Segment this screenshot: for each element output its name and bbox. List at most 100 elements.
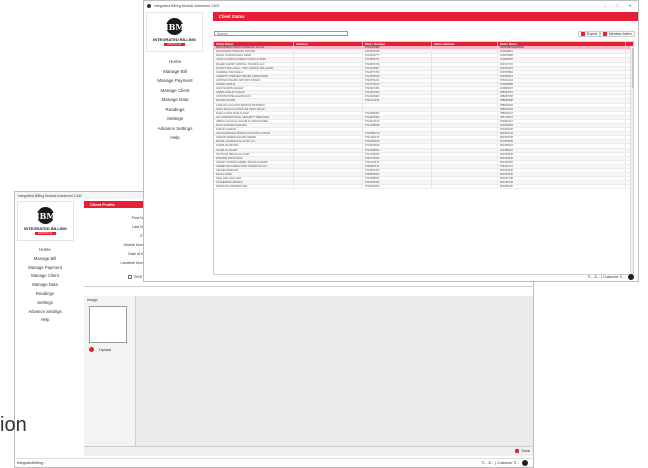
- table-cell: [432, 144, 498, 148]
- sidebar-item-advance-settings[interactable]: Advance Settings: [15, 308, 75, 317]
- table-cell: CHARDEL NIR KHALIL: [214, 70, 294, 74]
- sidebar-item-help[interactable]: Help: [15, 316, 75, 325]
- sidebar-item-readings[interactable]: Readings: [144, 105, 206, 115]
- upload-button[interactable]: Upload: [89, 347, 111, 352]
- sidebar-item-home[interactable]: Home: [144, 57, 206, 67]
- sms-checkbox[interactable]: SMS: [128, 275, 142, 279]
- member-active-button[interactable]: Member Active: [600, 31, 635, 37]
- sidebar-item-manage-bill[interactable]: Manage Bill: [144, 67, 206, 77]
- table-cell: SHAHID SEMEN SHAHID SEMEN: [214, 136, 294, 140]
- sidebar-item-manage-bill[interactable]: Manage Bill: [15, 255, 75, 264]
- save-icon: [515, 449, 520, 453]
- status-right: Ti... 2l... | Customer S...: [587, 275, 625, 279]
- minimize-icon[interactable]: –: [604, 3, 606, 8]
- sidebar-item-settings[interactable]: Settings: [144, 114, 206, 124]
- table-cell: 9712089083: [363, 111, 432, 115]
- table-cell: 9712165049: [363, 152, 432, 156]
- table-cell: [432, 46, 498, 50]
- sidebar-item-manage-payment[interactable]: Manage Payment: [15, 264, 75, 273]
- last-name-label: Last Nat: [131, 225, 146, 229]
- table-cell: [363, 103, 432, 107]
- table-cell: MOHAMMED SIMON RODERICK AFLAN: [214, 46, 294, 50]
- maximize-icon[interactable]: □: [616, 3, 618, 8]
- table-cell: [432, 132, 498, 136]
- table-cell: [294, 119, 363, 123]
- table-cell: 862255345: [498, 173, 626, 177]
- table-cell: 388082988: [498, 99, 626, 103]
- sidebar-item-manage-data[interactable]: Manage Data: [144, 95, 206, 105]
- table-cell: [294, 78, 363, 83]
- export-button[interactable]: Export: [578, 31, 600, 37]
- table-cell: CONSTANTINE ELEONOLUS: [214, 95, 294, 99]
- logo-sub: MODULE: [35, 232, 56, 235]
- landline-label: Landline Numb: [120, 261, 146, 265]
- logo-mark: IBM: [165, 18, 184, 35]
- table-cell: [432, 177, 498, 181]
- table-cell: 200079908: [498, 54, 626, 58]
- table-cell: 9712363444: [363, 91, 432, 95]
- table-body: MOHAMMED SIMON RODERICK AFLAN 9712029489 2…: [214, 46, 633, 190]
- table-scrollbar[interactable]: [630, 46, 633, 274]
- export-icon: [581, 32, 585, 36]
- table-cell: [294, 111, 363, 115]
- search-input[interactable]: Search: [214, 31, 348, 36]
- user-avatar[interactable]: [628, 274, 634, 280]
- table-cell: [294, 173, 363, 177]
- table-cell: VINOLA NOMIN ALMEIDA VINOLA NOMIN: [214, 58, 294, 62]
- sidebar-item-manage-client[interactable]: Manage Client: [144, 86, 206, 96]
- table-cell: CARLOS AUGUSTO BASTOS PETTENGI: [214, 103, 294, 107]
- table-cell: MOAWIA BADRI: [214, 99, 294, 103]
- table-cell: [432, 58, 498, 62]
- table-cell: 9710689534: [363, 177, 432, 181]
- sidebar-item-manage-client[interactable]: Manage Client: [15, 272, 75, 281]
- table-cell: 9709662113: [363, 164, 432, 168]
- scrollbar-thumb[interactable]: [631, 48, 633, 88]
- user-avatar[interactable]: [522, 460, 528, 466]
- table-cell: [432, 148, 498, 152]
- table-cell: 9712877760: [363, 70, 432, 74]
- table-cell: [294, 70, 363, 74]
- table-cell: MANIJUNATH MADHAV KRITHIK: [214, 50, 294, 54]
- table-cell: SAMY Mohammed Rahmed SAMY Moham: [214, 107, 294, 111]
- table-cell: 862255324: [498, 144, 626, 148]
- table-cell: [294, 181, 363, 185]
- table-cell: 9709095199: [363, 140, 432, 144]
- table-cell: 9712189949: [363, 123, 432, 128]
- sidebar-item-settings[interactable]: Settings: [15, 299, 75, 308]
- close-icon[interactable]: ✕: [629, 3, 632, 8]
- sidebar-item-manage-data[interactable]: Manage Data: [15, 281, 75, 290]
- table-cell: [294, 148, 363, 152]
- save-button[interactable]: Save: [515, 449, 530, 453]
- app-logo: IBM INTEGRATED BILLING MODULE: [17, 201, 74, 241]
- window-title: Integrated Billing Module Advanced 1400: [154, 3, 220, 8]
- partial-text: ion: [0, 414, 27, 436]
- sidebar-item-home[interactable]: Home: [15, 246, 75, 255]
- image-panel: Image Upload: [84, 296, 136, 447]
- sidebar-item-help[interactable]: Help: [144, 133, 206, 143]
- table-cell: 9712779613: [363, 83, 432, 87]
- table-cell: [294, 66, 363, 70]
- table-cell: 9712002440: [363, 169, 432, 173]
- table-cell: [294, 46, 363, 50]
- sidebar-item-readings[interactable]: Readings: [15, 290, 75, 299]
- table-cell: SATTHAM ABDULLAH NAIR: [214, 152, 294, 156]
- table-cell: 200838988: [498, 83, 626, 87]
- table-cell: 388009447: [498, 111, 626, 115]
- table-row[interactable]: FRANCOIS HENDRIK NEL 9710226933 862255040: [214, 185, 633, 190]
- sidebar-item-manage-payment[interactable]: Manage Payment: [144, 76, 206, 86]
- table-cell: MAHER AHMET SAMINAL TRADING LLC: [214, 62, 294, 66]
- table-cell: 9708065223: [363, 173, 432, 177]
- table-cell: [432, 107, 498, 111]
- sidebar-item-advance-settings[interactable]: Advance Settings: [144, 124, 206, 134]
- table-cell: [294, 128, 363, 132]
- app-logo: IBM INTEGRATED BILLING MODULE: [146, 12, 203, 52]
- logo-mark: IBM: [36, 207, 55, 224]
- table-cell: 862251240: [498, 169, 626, 173]
- table-cell: CELINE RASHANT: [214, 169, 294, 173]
- table-cell: 200492113: [498, 119, 626, 123]
- table-cell: CATHERINE HERMES: [214, 181, 294, 185]
- table-cell: AHMED MOHAMED SAMY MAHMOUD ALY: [214, 164, 294, 168]
- table-cell: [294, 50, 363, 54]
- table-cell: [294, 99, 363, 103]
- table-cell: [294, 115, 363, 119]
